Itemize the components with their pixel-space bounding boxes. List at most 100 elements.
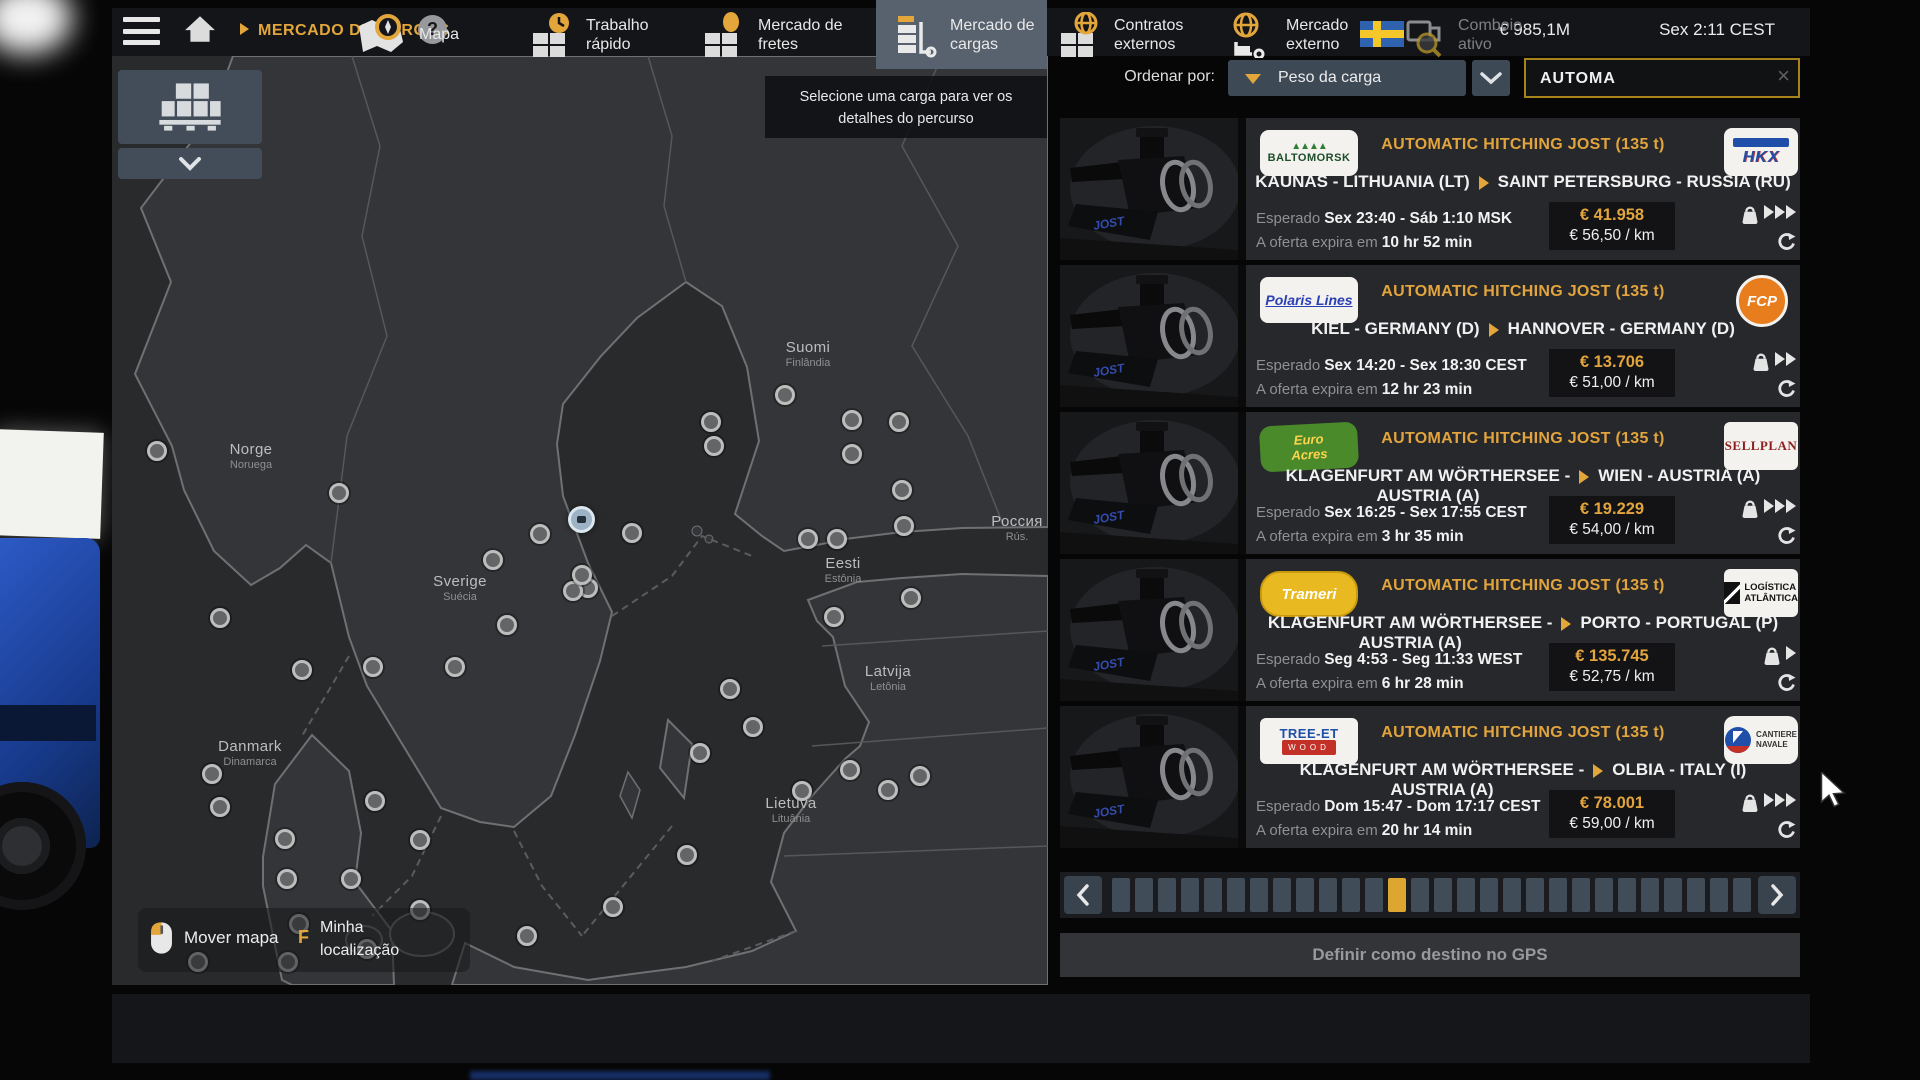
cargo-offer-card[interactable]: JOST Polaris Lines AUTOMATIC HITCHING JO… bbox=[1060, 265, 1800, 407]
cargo-offer-card[interactable]: JOST EuroAcres AUTOMATIC HITCHING JOST (… bbox=[1060, 412, 1800, 554]
page-tick[interactable] bbox=[1204, 878, 1222, 912]
job-marker[interactable] bbox=[341, 869, 361, 889]
bottom-navigation bbox=[112, 994, 1810, 1063]
page-tick[interactable] bbox=[1273, 878, 1291, 912]
collapse-panel-button[interactable] bbox=[118, 148, 262, 179]
cargo-overview-button[interactable] bbox=[118, 70, 262, 144]
job-marker[interactable] bbox=[889, 412, 909, 432]
page-tick[interactable] bbox=[1365, 878, 1383, 912]
page-tick[interactable] bbox=[1641, 878, 1659, 912]
job-marker[interactable] bbox=[827, 529, 847, 549]
next-page-button[interactable] bbox=[1758, 876, 1796, 914]
job-marker[interactable] bbox=[622, 523, 642, 543]
job-marker[interactable] bbox=[445, 657, 465, 677]
page-tick[interactable] bbox=[1434, 878, 1452, 912]
tab-mapa[interactable]: Mapa bbox=[355, 0, 459, 69]
page-tick[interactable] bbox=[1181, 878, 1199, 912]
job-marker[interactable] bbox=[842, 410, 862, 430]
tab-mercado-de-fretes[interactable]: Mercado defretes bbox=[700, 0, 843, 69]
job-marker[interactable] bbox=[410, 830, 430, 850]
job-marker[interactable] bbox=[878, 780, 898, 800]
page-tick[interactable] bbox=[1227, 878, 1245, 912]
page-tick[interactable] bbox=[1411, 878, 1429, 912]
cargo-offer-card[interactable]: JOST TREE-ETWOOD AUTOMATIC HITCHING JOST… bbox=[1060, 706, 1800, 848]
job-marker[interactable] bbox=[365, 791, 385, 811]
page-tick[interactable] bbox=[1687, 878, 1705, 912]
job-marker[interactable] bbox=[894, 516, 914, 536]
job-marker[interactable] bbox=[704, 436, 724, 456]
world-map[interactable]: NorgeNoruegaSverigeSuéciaSuomiFinlândiaE… bbox=[112, 56, 1048, 985]
job-marker[interactable] bbox=[701, 412, 721, 432]
page-tick[interactable] bbox=[1595, 878, 1613, 912]
page-tick-current[interactable] bbox=[1388, 878, 1406, 912]
price-per-km: € 52,75 / km bbox=[1549, 668, 1675, 686]
job-marker[interactable] bbox=[603, 897, 623, 917]
job-marker[interactable] bbox=[910, 766, 930, 786]
page-tick[interactable] bbox=[1572, 878, 1590, 912]
tab-trabalho-rapido[interactable]: Trabalhorápido bbox=[528, 0, 649, 69]
sender-company-logo: EuroAcres bbox=[1259, 421, 1359, 472]
job-marker[interactable] bbox=[892, 480, 912, 500]
job-marker[interactable] bbox=[210, 608, 230, 628]
clear-search-icon[interactable]: × bbox=[1777, 63, 1790, 89]
external-market-icon bbox=[1228, 12, 1274, 58]
job-marker[interactable] bbox=[798, 529, 818, 549]
price-box: € 13.706 € 51,00 / km bbox=[1549, 349, 1675, 397]
page-tick[interactable] bbox=[1618, 878, 1636, 912]
menu-icon[interactable] bbox=[123, 17, 160, 45]
job-marker[interactable] bbox=[901, 588, 921, 608]
page-tick[interactable] bbox=[1158, 878, 1176, 912]
tab-contratos-externos[interactable]: Contratosexternos bbox=[1056, 0, 1183, 69]
home-icon[interactable] bbox=[184, 14, 216, 44]
job-marker[interactable] bbox=[842, 444, 862, 464]
tab-comboio-ativo[interactable]: Comboioativo bbox=[1400, 0, 1522, 69]
job-marker[interactable] bbox=[677, 845, 697, 865]
page-tick[interactable] bbox=[1664, 878, 1682, 912]
job-marker[interactable] bbox=[572, 565, 592, 585]
job-marker[interactable] bbox=[517, 926, 537, 946]
page-tick[interactable] bbox=[1480, 878, 1498, 912]
job-marker[interactable] bbox=[497, 615, 517, 635]
page-tick[interactable] bbox=[1710, 878, 1728, 912]
job-marker[interactable] bbox=[202, 764, 222, 784]
page-tick[interactable] bbox=[1112, 878, 1130, 912]
page-tick[interactable] bbox=[1457, 878, 1475, 912]
job-marker[interactable] bbox=[329, 483, 349, 503]
job-marker[interactable] bbox=[824, 607, 844, 627]
job-marker[interactable] bbox=[275, 829, 295, 849]
search-input[interactable] bbox=[1538, 60, 1762, 98]
rotate-icon bbox=[1777, 526, 1796, 545]
job-marker[interactable] bbox=[690, 743, 710, 763]
job-marker[interactable] bbox=[210, 797, 230, 817]
job-marker[interactable] bbox=[363, 657, 383, 677]
job-marker[interactable] bbox=[775, 385, 795, 405]
page-tick[interactable] bbox=[1296, 878, 1314, 912]
cargo-offer-card[interactable]: JOST Trameri AUTOMATIC HITCHING JOST (13… bbox=[1060, 559, 1800, 701]
chevron-down-icon bbox=[176, 157, 204, 171]
job-marker[interactable] bbox=[743, 717, 763, 737]
job-marker[interactable] bbox=[292, 660, 312, 680]
move-map-label: Mover mapa bbox=[184, 928, 278, 948]
page-tick[interactable] bbox=[1319, 878, 1337, 912]
page-tick[interactable] bbox=[1342, 878, 1360, 912]
price-per-km: € 59,00 / km bbox=[1549, 815, 1675, 833]
tab-mercado-externo[interactable]: Mercadoexterno bbox=[1228, 0, 1348, 69]
set-gps-destination-button[interactable]: Definir como destino no GPS bbox=[1060, 933, 1800, 977]
page-tick[interactable] bbox=[1503, 878, 1521, 912]
cargo-weight-icon bbox=[1740, 791, 1760, 814]
page-tick[interactable] bbox=[1526, 878, 1544, 912]
job-marker[interactable] bbox=[277, 869, 297, 889]
page-tick[interactable] bbox=[1250, 878, 1268, 912]
job-marker[interactable] bbox=[792, 781, 812, 801]
page-tick[interactable] bbox=[1135, 878, 1153, 912]
previous-page-button[interactable] bbox=[1064, 876, 1102, 914]
job-marker[interactable] bbox=[530, 524, 550, 544]
job-marker[interactable] bbox=[720, 679, 740, 699]
job-marker[interactable] bbox=[483, 550, 503, 570]
tab-mercado-de-cargas[interactable]: Mercado decargas bbox=[876, 0, 1047, 69]
cargo-offer-card[interactable]: JOST BALTOMORSK AUTOMATIC HITCHING JOST … bbox=[1060, 118, 1800, 260]
page-tick[interactable] bbox=[1733, 878, 1751, 912]
job-marker[interactable] bbox=[147, 441, 167, 461]
page-tick[interactable] bbox=[1549, 878, 1567, 912]
job-marker[interactable] bbox=[840, 760, 860, 780]
